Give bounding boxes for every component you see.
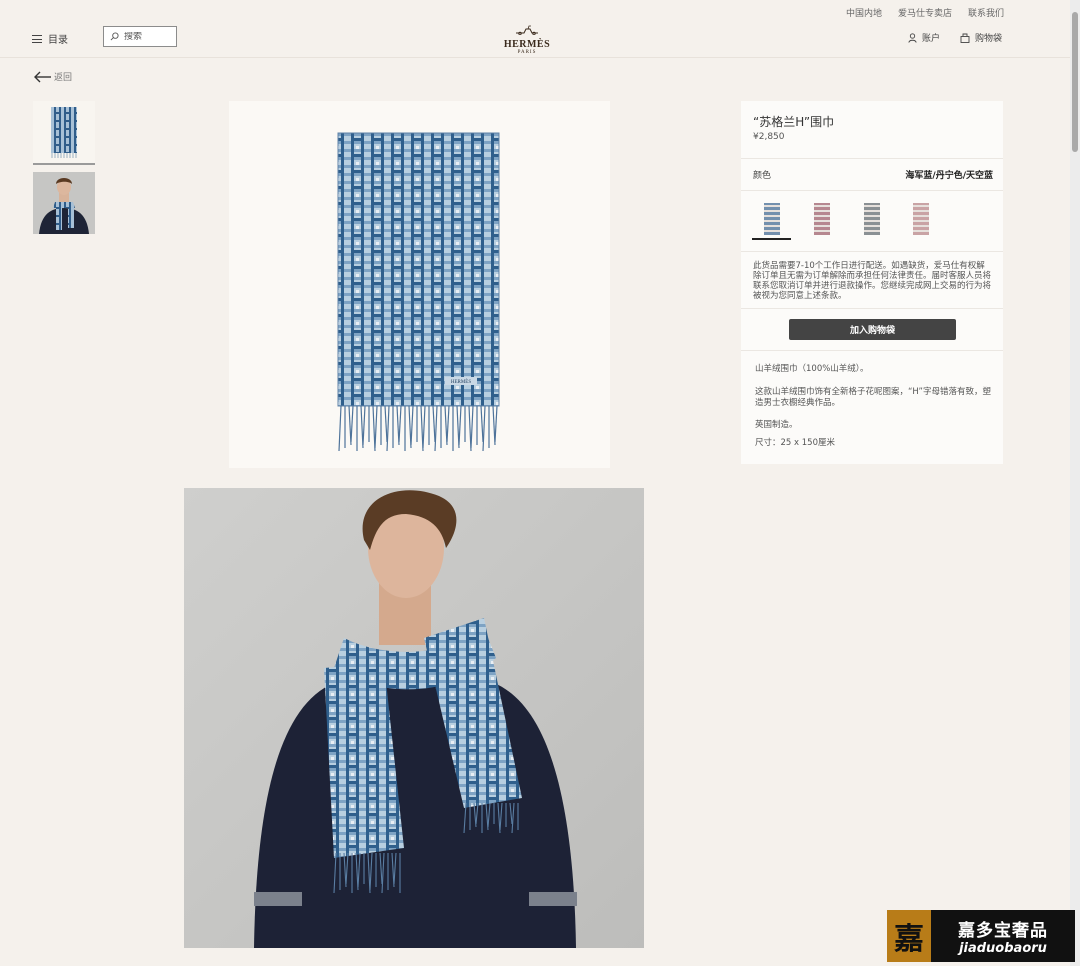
fringe-strand bbox=[432, 405, 436, 443]
thumbnail-active-indicator bbox=[33, 163, 95, 165]
watermark-text-cn: 嘉多宝奢品 bbox=[958, 921, 1048, 941]
watermark-logo: 嘉 嘉多宝奢品 jiaduobaoru bbox=[887, 910, 1075, 962]
model-image bbox=[184, 488, 644, 948]
delivery-notice: 此货品需要7-10个工作日进行配送。如遇缺货，爱马仕有权解除订单且无需为订单解除… bbox=[753, 261, 992, 301]
thumbnail-model[interactable] bbox=[33, 172, 95, 234]
watermark-text: 嘉多宝奢品 jiaduobaoru bbox=[931, 916, 1075, 956]
selected-swatch-indicator bbox=[752, 238, 791, 240]
divider bbox=[741, 190, 1003, 191]
util-link-stores[interactable]: 爱马仕专卖店 bbox=[898, 6, 952, 19]
fringe-strand bbox=[480, 405, 484, 443]
menu-button[interactable]: 目录 bbox=[32, 31, 68, 46]
product-price: ¥2,850 bbox=[753, 132, 785, 142]
divider bbox=[741, 158, 1003, 159]
brand-logo[interactable]: HERMÈS PARIS bbox=[497, 20, 557, 55]
search-input[interactable] bbox=[124, 31, 172, 42]
fringe-strand bbox=[434, 405, 438, 452]
util-link-contact[interactable]: 联系我们 bbox=[968, 6, 1004, 19]
watermark-text-en: jiaduobaoru bbox=[959, 941, 1047, 956]
description-material: 山羊绒围巾（100%山羊绒）。 bbox=[755, 364, 869, 374]
scarf-brand-tag: HERMÈS bbox=[451, 379, 472, 385]
fringe-strand bbox=[470, 405, 474, 449]
product-details-panel: “苏格兰H”围巾 ¥2,850 颜色 海军蓝/丹宁色/天空蓝 此货品需要7-10… bbox=[741, 101, 1003, 464]
account-label: 账户 bbox=[922, 34, 941, 44]
fringe-strand bbox=[446, 405, 450, 443]
watermark-seal: 嘉 bbox=[887, 910, 931, 962]
fringe-strand bbox=[410, 405, 414, 446]
menu-label: 目录 bbox=[48, 35, 68, 46]
arrow-left-icon bbox=[34, 71, 51, 83]
model-thumbnail-image bbox=[33, 172, 95, 234]
add-to-bag-button[interactable]: 加入购物袋 bbox=[789, 319, 956, 340]
search-box[interactable] bbox=[103, 26, 177, 47]
product-image-scarf[interactable]: HERMÈS bbox=[229, 101, 610, 468]
description-size: 尺寸：25 x 150厘米 bbox=[755, 438, 835, 448]
product-image-model[interactable] bbox=[184, 488, 644, 948]
divider bbox=[741, 350, 1003, 351]
hamburger-icon bbox=[32, 34, 42, 43]
scrollbar[interactable] bbox=[1070, 0, 1080, 966]
fringe-strand bbox=[362, 405, 366, 446]
scrollbar-thumb[interactable] bbox=[1072, 12, 1078, 152]
color-swatch-navy[interactable] bbox=[764, 203, 780, 235]
util-link-region[interactable]: 中国内地 bbox=[846, 6, 882, 19]
fringe-strand bbox=[422, 405, 426, 449]
fringe-strand bbox=[338, 405, 342, 452]
logo-text: HERMÈS bbox=[503, 39, 551, 50]
description-origin: 英国制造。 bbox=[755, 420, 798, 430]
scarf-fringe bbox=[338, 405, 498, 452]
user-icon bbox=[908, 32, 917, 43]
color-swatch-red[interactable] bbox=[814, 203, 830, 235]
fringe-strand bbox=[350, 405, 354, 443]
color-label: 颜色 bbox=[753, 171, 772, 181]
fringe-strand bbox=[494, 405, 498, 443]
bag-label: 购物袋 bbox=[975, 34, 1003, 44]
back-link[interactable]: 返回 bbox=[33, 70, 72, 83]
fringe-strand bbox=[374, 405, 378, 449]
color-swatch-grey[interactable] bbox=[864, 203, 880, 235]
color-swatch-pink[interactable] bbox=[913, 203, 929, 235]
bag-icon bbox=[960, 33, 970, 43]
description-text: 这款山羊绒围巾饰有全新格子花呢图案，“H”字母错落有致，塑造男士衣橱经典作品。 bbox=[755, 387, 991, 408]
site-header: 中国内地 爱马仕专卖店 联系我们 目录 HERMÈS PARIS 账户 bbox=[0, 0, 1070, 58]
fringe-strand bbox=[482, 405, 486, 452]
account-link[interactable]: 账户 bbox=[908, 31, 940, 44]
selected-color-value: 海军蓝/丹宁色/天空蓝 bbox=[905, 171, 993, 181]
carriage-icon bbox=[516, 25, 538, 36]
divider bbox=[741, 251, 1003, 252]
fringe-strand bbox=[386, 405, 390, 452]
scarf-thumbnail-image bbox=[51, 107, 77, 158]
thumbnail-scarf[interactable] bbox=[33, 101, 95, 163]
fringe-strand bbox=[398, 405, 402, 443]
search-icon bbox=[110, 32, 119, 41]
utility-links: 中国内地 爱马仕专卖店 联系我们 bbox=[846, 6, 1004, 19]
fringe-strand bbox=[458, 405, 462, 446]
scarf-image: HERMÈS bbox=[337, 132, 500, 452]
fringe-strand bbox=[384, 405, 388, 443]
shopping-bag-link[interactable]: 购物袋 bbox=[960, 31, 1002, 44]
divider bbox=[741, 308, 1003, 309]
logo-subtext: PARIS bbox=[517, 50, 537, 55]
product-title: “苏格兰H”围巾 bbox=[753, 115, 835, 129]
back-label: 返回 bbox=[54, 73, 73, 83]
